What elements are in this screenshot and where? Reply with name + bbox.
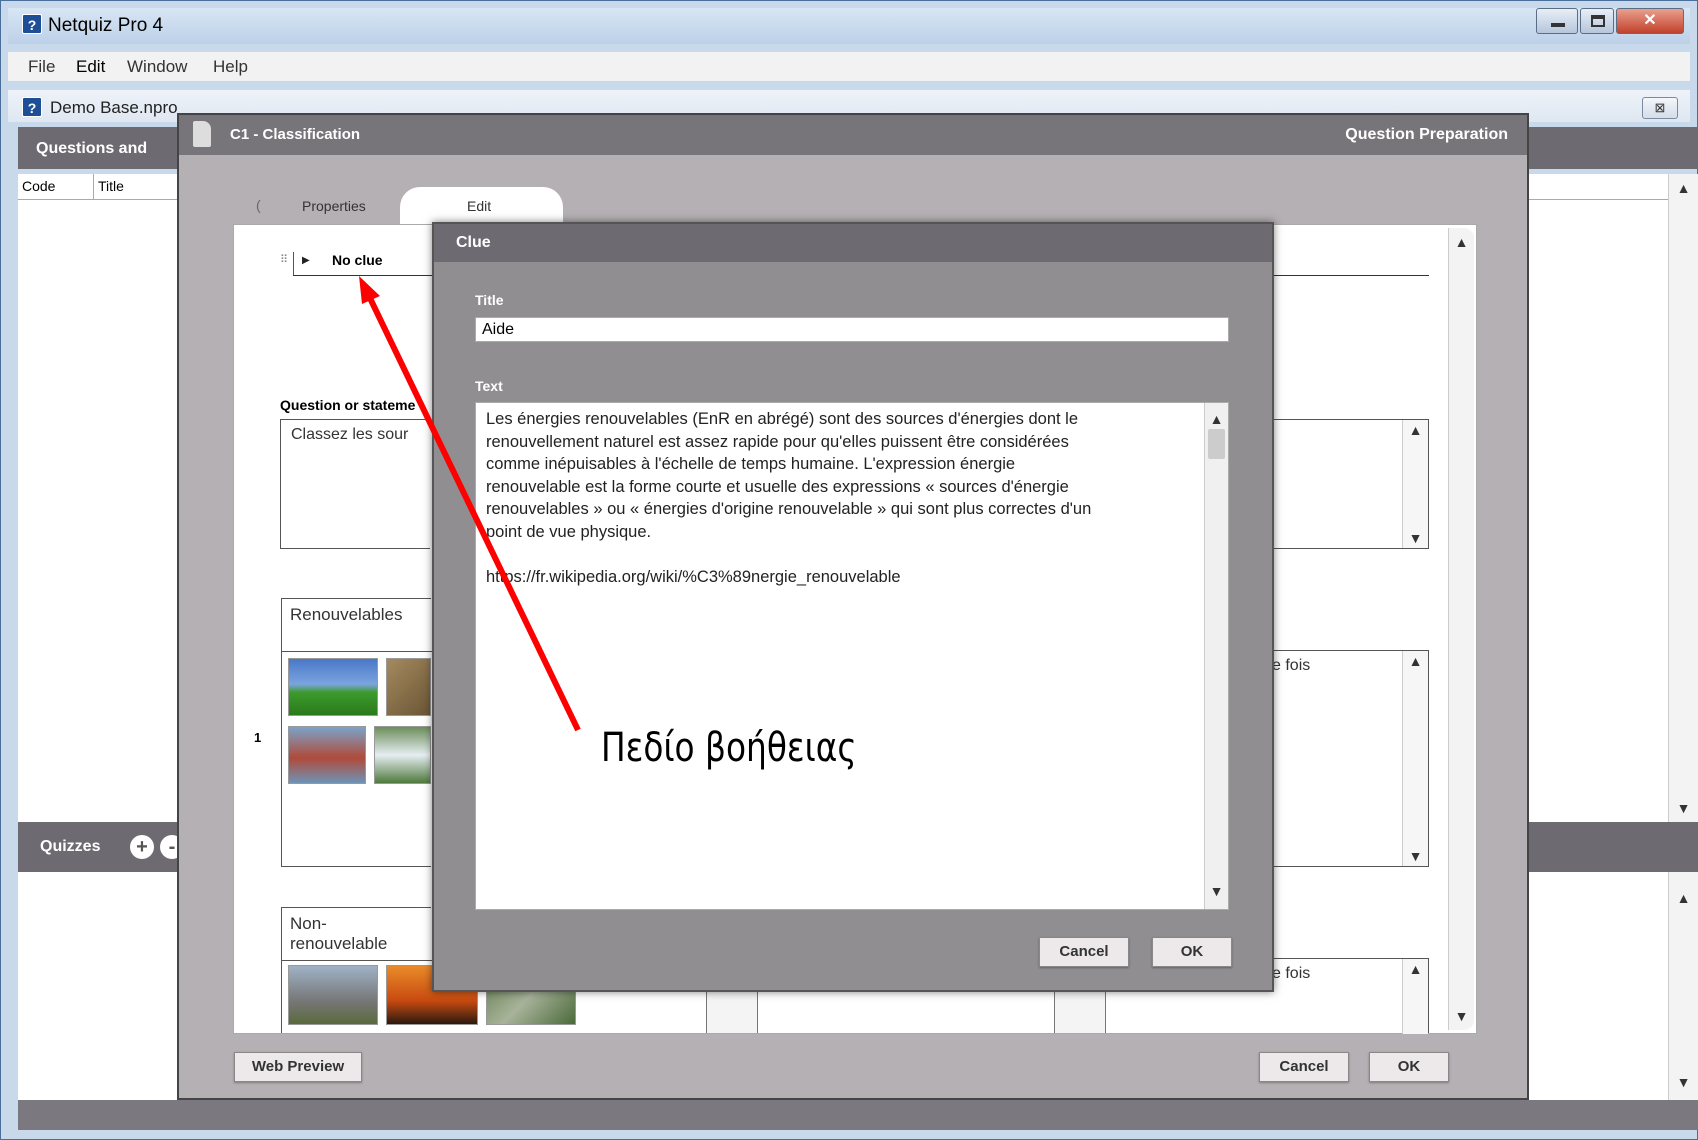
arrow-head	[359, 276, 380, 304]
annotation-label: Πεδίο βοήθειας	[601, 725, 857, 771]
arrow-shaft	[365, 292, 581, 732]
annotation-arrow	[359, 276, 581, 732]
